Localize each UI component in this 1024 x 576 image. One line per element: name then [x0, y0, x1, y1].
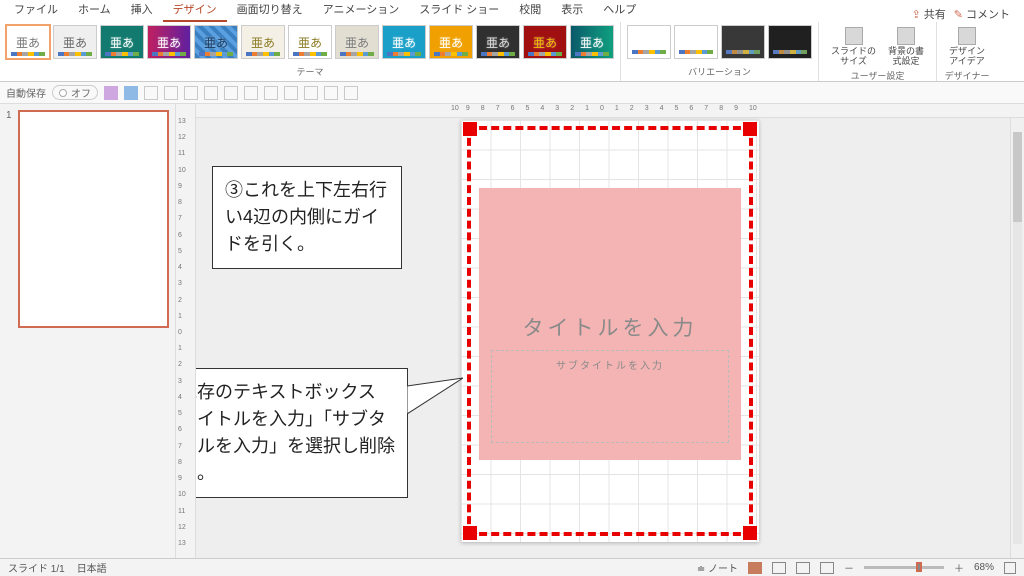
variation-swatch[interactable] [721, 25, 765, 59]
ribbon-group-variations: バリエーション [621, 22, 819, 81]
qat-icon-8[interactable] [244, 86, 258, 100]
guide-corner [743, 122, 757, 136]
slide-canvas-area[interactable]: タイトルを入力 サブタイトルを入力 ③これを上下左右行い4辺の内側にガイドを引く… [196, 118, 1024, 558]
theme-swatch[interactable]: 亜あ [288, 25, 332, 59]
qat-icon-10[interactable] [284, 86, 298, 100]
title-placeholder[interactable]: タイトルを入力 サブタイトルを入力 [491, 312, 729, 443]
autosave-label: 自動保存 [6, 85, 46, 100]
tab-home[interactable]: ホーム [68, 0, 121, 22]
ribbon-group-label: バリエーション [627, 65, 812, 80]
background-format-button[interactable]: 背景の書 式設定 [882, 25, 930, 69]
slide[interactable]: タイトルを入力 サブタイトルを入力 [461, 120, 759, 542]
variation-swatch[interactable] [674, 25, 718, 59]
annotation-callout-3: ③これを上下左右行い4辺の内側にガイドを引く。 [212, 166, 402, 269]
variation-swatch[interactable] [768, 25, 812, 59]
slide-counter: スライド 1/1 [8, 560, 65, 575]
vertical-scrollbar[interactable] [1010, 118, 1024, 558]
zoom-in-button[interactable]: ＋ [954, 560, 964, 575]
slide-thumbnail[interactable] [18, 110, 169, 328]
ribbon-group-label: テーマ [6, 65, 614, 80]
ribbon-tabbar: ファイル ホーム 挿入 デザイン 画面切り替え アニメーション スライド ショー… [0, 0, 1024, 22]
theme-swatch[interactable]: 亜あ [570, 25, 614, 59]
vertical-ruler: 13121110987654321012345678910111213 [176, 104, 196, 558]
theme-swatch[interactable]: 亜あ [241, 25, 285, 59]
tab-help[interactable]: ヘルプ [593, 0, 646, 22]
background-format-icon [897, 27, 915, 45]
tab-file[interactable]: ファイル [4, 0, 68, 22]
tab-slideshow[interactable]: スライド ショー [409, 0, 509, 22]
theme-swatch[interactable]: 亜あ [53, 25, 97, 59]
theme-gallery: 亜あ亜あ亜あ亜あ亜あ亜あ亜あ亜あ亜あ亜あ亜あ亜あ亜あ [6, 25, 614, 59]
theme-swatch[interactable]: 亜あ [100, 25, 144, 59]
notes-button[interactable]: ≐ ノート [697, 560, 738, 575]
qat-icon-12[interactable] [324, 86, 338, 100]
qat-icon-5[interactable] [184, 86, 198, 100]
slide-thumbnail-panel: 1 [0, 104, 176, 558]
canvas-wrap: 10987654321012345678910 タイトルを入力 サブタイトルを入… [196, 104, 1024, 558]
theme-swatch[interactable]: 亜あ [382, 25, 426, 59]
zoom-level[interactable]: 68% [974, 562, 994, 573]
status-bar: スライド 1/1 日本語 ≐ ノート － ＋ 68% [0, 558, 1024, 576]
language-indicator[interactable]: 日本語 [77, 560, 107, 575]
ribbon-group-user-settings: スライドの サイズ 背景の書 式設定 ユーザー設定 [819, 22, 937, 81]
ribbon-group-themes: 亜あ亜あ亜あ亜あ亜あ亜あ亜あ亜あ亜あ亜あ亜あ亜あ亜あ テーマ [0, 22, 621, 81]
theme-swatch[interactable]: 亜あ [429, 25, 473, 59]
qat-icon-7[interactable] [224, 86, 238, 100]
guide-corner [463, 122, 477, 136]
autosave-toggle[interactable]: オフ [52, 85, 98, 100]
annotation-callout-4: ④既存のテキストボックス「タイトルを入力」「サブタイトルを入力」を選択し削除する… [196, 368, 408, 498]
share-button[interactable]: ⇪共有 [912, 6, 946, 22]
tab-animations[interactable]: アニメーション [313, 0, 410, 22]
ribbon: 亜あ亜あ亜あ亜あ亜あ亜あ亜あ亜あ亜あ亜あ亜あ亜あ亜あ テーマ バリエーション ス… [0, 22, 1024, 82]
tab-view[interactable]: 表示 [551, 0, 593, 22]
theme-swatch[interactable]: 亜あ [476, 25, 520, 59]
qat-icon-4[interactable] [164, 86, 178, 100]
main-area: 1 13121110987654321012345678910111213 10… [0, 104, 1024, 558]
comment-button[interactable]: ✎コメント [954, 6, 1010, 22]
ribbon-group-designer: デザイン アイデア デザイナー [937, 22, 997, 81]
theme-swatch[interactable]: 亜あ [523, 25, 567, 59]
variation-swatch[interactable] [627, 25, 671, 59]
slide-size-icon [845, 27, 863, 45]
qat-icon-11[interactable] [304, 86, 318, 100]
view-reading-button[interactable] [796, 562, 810, 574]
tab-insert[interactable]: 挿入 [121, 0, 163, 22]
theme-swatch[interactable]: 亜あ [194, 25, 238, 59]
theme-swatch[interactable]: 亜あ [335, 25, 379, 59]
tab-review[interactable]: 校閲 [509, 0, 551, 22]
theme-swatch[interactable]: 亜あ [6, 25, 50, 59]
view-sorter-button[interactable] [772, 562, 786, 574]
thumbnail-number: 1 [6, 110, 14, 328]
qat-icon-9[interactable] [264, 86, 278, 100]
zoom-slider[interactable] [864, 566, 944, 569]
qat-icon-6[interactable] [204, 86, 218, 100]
qat-icon-13[interactable] [344, 86, 358, 100]
guide-corner [743, 526, 757, 540]
tab-transitions[interactable]: 画面切り替え [227, 0, 313, 22]
design-idea-button[interactable]: デザイン アイデア [943, 25, 991, 69]
callout-tail [407, 376, 463, 420]
horizontal-ruler: 10987654321012345678910 [196, 104, 1024, 118]
zoom-out-button[interactable]: － [844, 560, 854, 575]
ribbon-group-label: デザイナー [943, 69, 991, 84]
tab-design[interactable]: デザイン [163, 0, 227, 22]
title-text: タイトルを入力 [491, 312, 729, 342]
qat-icon-1[interactable] [104, 86, 118, 100]
qat-icon-2[interactable] [124, 86, 138, 100]
ribbon-group-label: ユーザー設定 [825, 69, 930, 84]
fit-to-window-button[interactable] [1004, 562, 1016, 574]
theme-swatch[interactable]: 亜あ [147, 25, 191, 59]
design-idea-icon [958, 27, 976, 45]
view-slideshow-button[interactable] [820, 562, 834, 574]
quick-access-toolbar: 自動保存 オフ [0, 82, 1024, 104]
qat-icon-3[interactable] [144, 86, 158, 100]
variation-gallery [627, 25, 812, 59]
guide-corner [463, 526, 477, 540]
slide-size-button[interactable]: スライドの サイズ [825, 25, 882, 69]
view-normal-button[interactable] [748, 562, 762, 574]
subtitle-text: サブタイトルを入力 [491, 350, 729, 443]
